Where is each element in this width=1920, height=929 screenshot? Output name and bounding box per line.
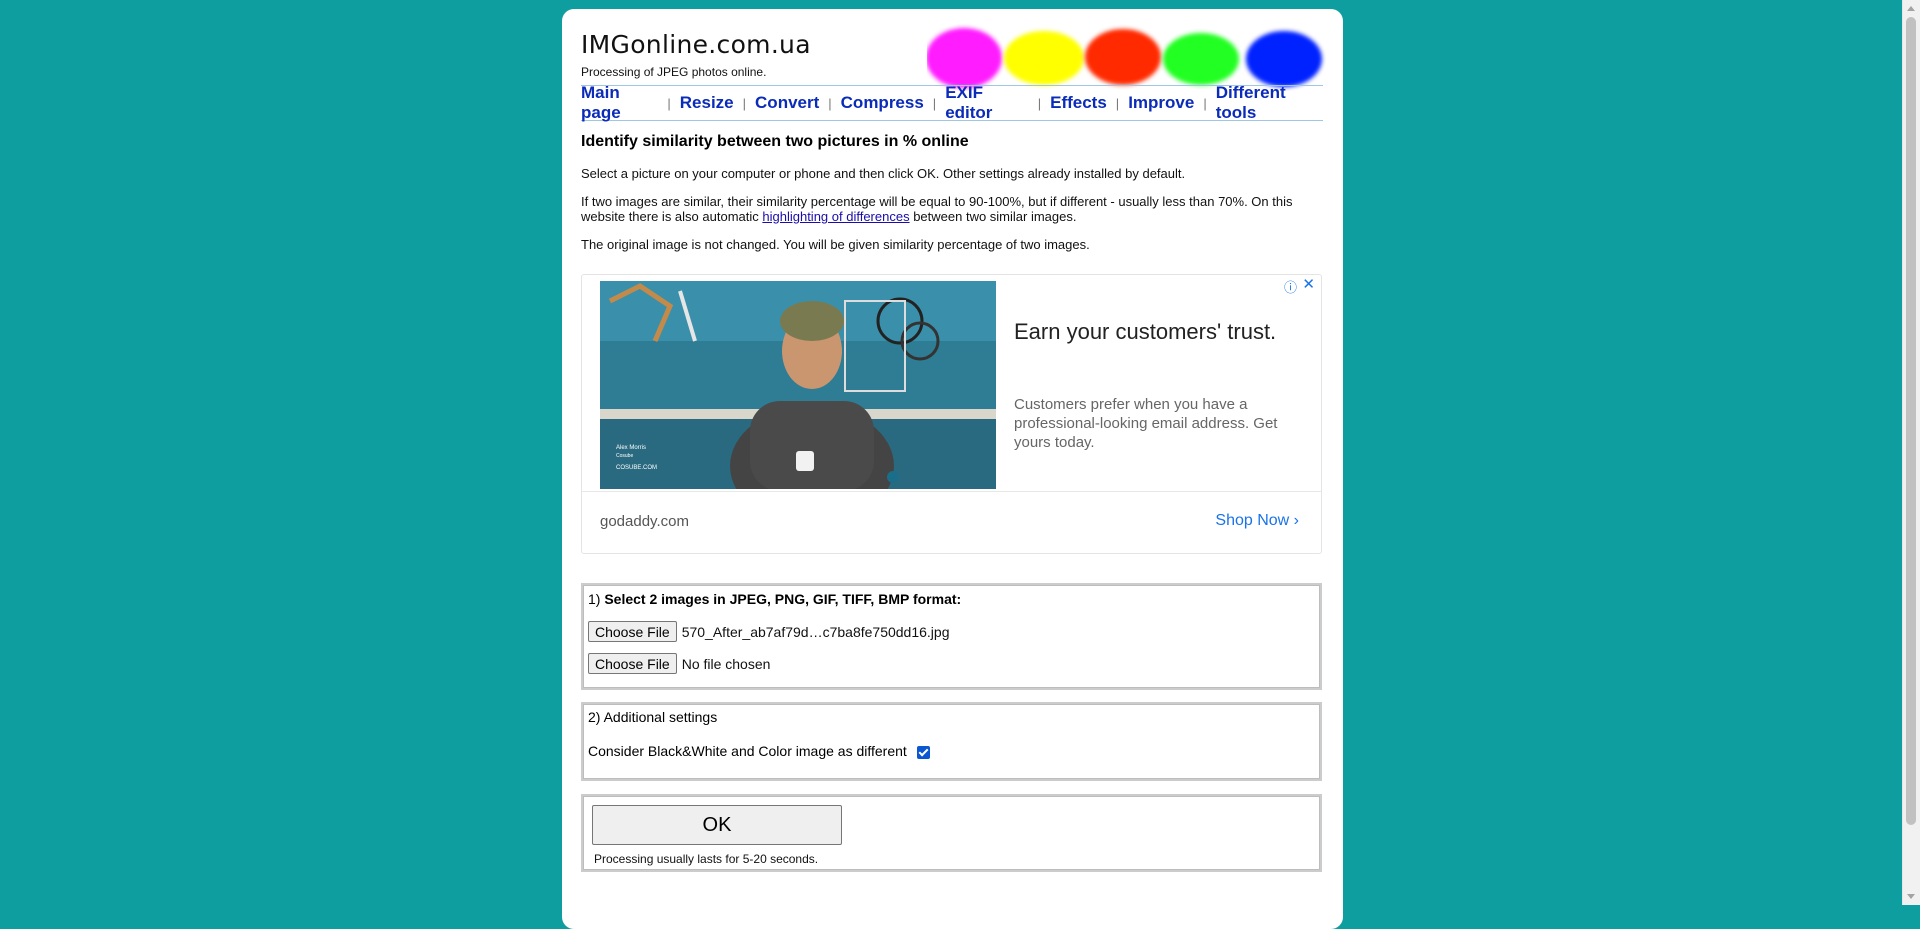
ad-shop-now-button[interactable]: Shop Now ›: [1215, 512, 1299, 530]
chevron-right-icon: ›: [1293, 512, 1299, 529]
nav-separator: |: [932, 95, 937, 111]
step1-label: Select 2 images in JPEG, PNG, GIF, TIFF,…: [604, 591, 962, 607]
content-panel: IMGonline.com.ua Processing of JPEG phot…: [562, 9, 1343, 929]
scrollbar-thumb[interactable]: [1906, 17, 1916, 825]
nav-effects[interactable]: Effects: [1050, 93, 1107, 113]
blob-red: [1085, 29, 1161, 85]
step1-heading: 1) Select 2 images in JPEG, PNG, GIF, TI…: [588, 591, 961, 607]
step2-heading: 2) Additional settings: [588, 709, 718, 725]
nav-convert[interactable]: Convert: [755, 93, 819, 113]
processing-time-note: Processing usually lasts for 5-20 second…: [594, 852, 819, 866]
file-1-name: 570_After_ab7af79d…c7ba8fe750dd16.jpg: [681, 623, 950, 640]
nav-separator: |: [1203, 95, 1207, 111]
blob-magenta: [927, 28, 1002, 88]
file-input-1[interactable]: Choose File 570_After_ab7af79d…c7ba8fe75…: [588, 621, 950, 642]
site-title[interactable]: IMGonline.com.ua: [581, 30, 811, 59]
ad-photo-caption-name: Alex Morris: [616, 445, 646, 451]
bw-different-checkbox[interactable]: [916, 745, 930, 759]
ad-cta-label: Shop Now: [1215, 512, 1290, 529]
step1-number: 1): [588, 591, 605, 607]
nav-main-page[interactable]: Main page: [581, 83, 658, 123]
ad-photo-caption-site: COSUBE.COM: [616, 465, 657, 471]
ad-domain[interactable]: godaddy.com: [600, 513, 689, 530]
submit-section: OK Processing usually lasts for 5-20 sec…: [581, 794, 1322, 872]
similarity-paragraph: If two images are similar, their similar…: [581, 194, 1323, 224]
step2-section: 2) Additional settings Consider Black&Wh…: [581, 702, 1322, 781]
highlighting-differences-link[interactable]: highlighting of differences: [762, 209, 909, 224]
page-title: Identify similarity between two pictures…: [581, 133, 969, 150]
choose-file-2-button[interactable]: Choose File: [588, 653, 677, 674]
bw-setting-label: Consider Black&White and Color image as …: [588, 743, 907, 759]
nav-resize[interactable]: Resize: [680, 93, 734, 113]
color-blobs-logo: [927, 28, 1322, 88]
nav-compress[interactable]: Compress: [841, 93, 924, 113]
nav-separator: |: [1037, 95, 1042, 111]
ad-info-icon[interactable]: ⓘ: [1284, 277, 1297, 296]
nav-different-tools[interactable]: Different tools: [1216, 83, 1323, 123]
bw-setting-row: Consider Black&White and Color image as …: [588, 743, 930, 759]
site-subtitle: Processing of JPEG photos online.: [581, 65, 767, 79]
ad-close-icon[interactable]: ✕: [1302, 275, 1315, 293]
ad-photo-illustration: Alex Morris Cosube COSUBE.COM: [600, 281, 996, 489]
file-2-name: No file chosen: [681, 655, 771, 672]
nav-exif-editor[interactable]: EXIF editor: [945, 83, 1029, 123]
scroll-up-arrow-icon[interactable]: [1907, 6, 1915, 11]
nav-separator: |: [742, 95, 747, 111]
ad-body[interactable]: Customers prefer when you have a profess…: [1014, 395, 1304, 452]
file-input-2[interactable]: Choose File No file chosen: [588, 653, 770, 674]
similarity-text-after: between two similar images.: [909, 209, 1077, 224]
intro-paragraph: Select a picture on your computer or pho…: [581, 166, 1186, 181]
main-nav: Main page | Resize | Convert | Compress …: [581, 83, 1323, 123]
choose-file-1-button[interactable]: Choose File: [588, 621, 677, 642]
advertisement[interactable]: Alex Morris Cosube COSUBE.COM ⓘ ✕ Earn y…: [581, 274, 1322, 554]
ok-button[interactable]: OK: [592, 805, 842, 845]
nav-separator: |: [667, 95, 671, 111]
step1-section: 1) Select 2 images in JPEG, PNG, GIF, TI…: [581, 583, 1322, 690]
blob-yellow: [1004, 31, 1084, 85]
nav-improve[interactable]: Improve: [1128, 93, 1194, 113]
ad-photo-caption-role: Cosube: [616, 453, 633, 459]
scroll-down-arrow-icon[interactable]: [1907, 894, 1915, 899]
vertical-scrollbar[interactable]: [1902, 0, 1920, 905]
blob-green: [1163, 33, 1239, 85]
ad-headline[interactable]: Earn your customers' trust.: [1014, 317, 1294, 347]
ad-divider: [582, 491, 1321, 492]
ad-photo[interactable]: Alex Morris Cosube COSUBE.COM: [600, 281, 996, 489]
blob-blue: [1246, 31, 1322, 87]
original-note-paragraph: The original image is not changed. You w…: [581, 237, 1090, 252]
nav-separator: |: [1115, 95, 1120, 111]
nav-separator: |: [828, 95, 832, 111]
